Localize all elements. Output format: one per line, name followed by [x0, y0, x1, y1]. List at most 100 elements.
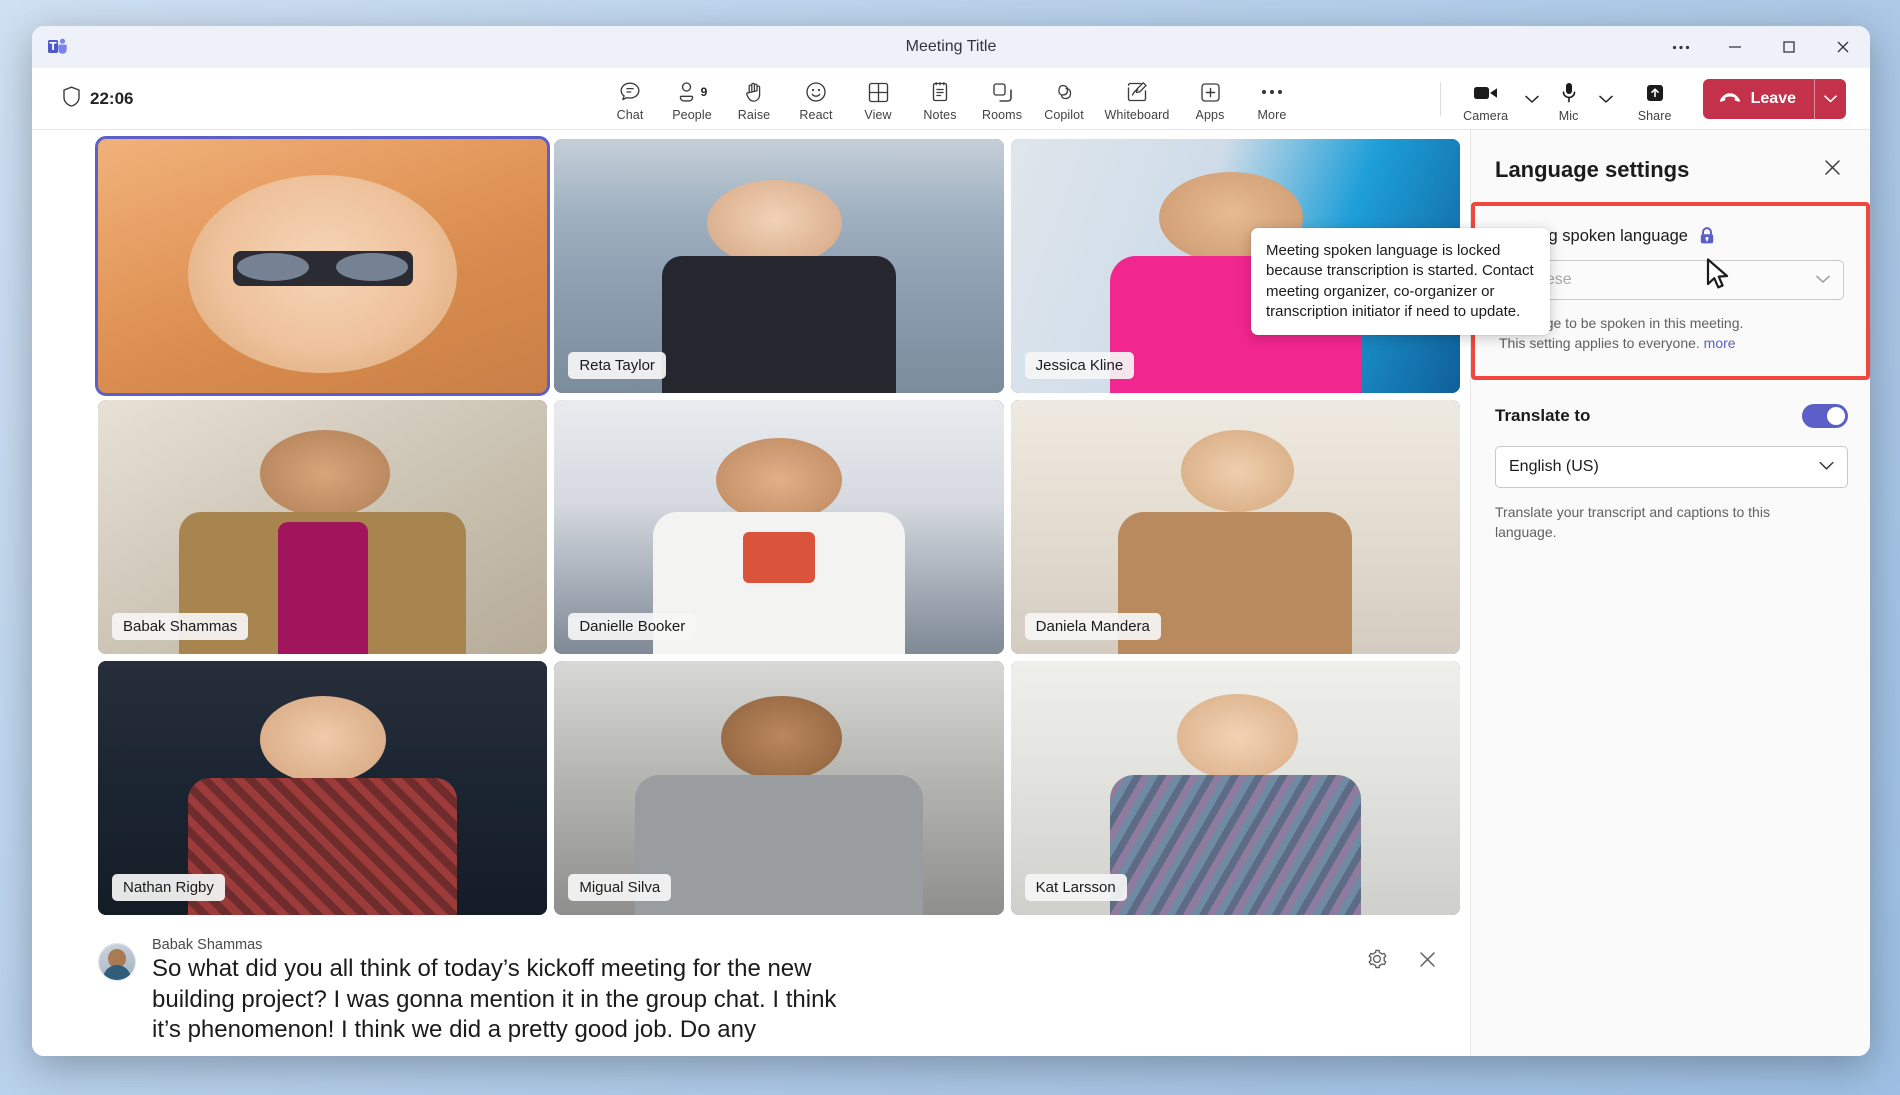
caption-speaker-avatar	[98, 943, 136, 981]
rooms-icon	[991, 79, 1014, 105]
translate-to-section: Translate to English (US) Translate your…	[1471, 380, 1870, 543]
timer-value: 22:06	[90, 89, 133, 109]
toolbar-raise-label: Raise	[738, 108, 770, 122]
leave-options-chevron-down-icon[interactable]	[1815, 79, 1846, 119]
shield-icon	[62, 86, 81, 112]
window-minimize-button[interactable]	[1708, 26, 1762, 68]
language-settings-header: Language settings	[1471, 130, 1870, 202]
translate-to-toggle[interactable]	[1802, 404, 1848, 428]
toolbar-divider	[1440, 82, 1441, 116]
toolbar-copilot-button[interactable]: Copilot	[1033, 75, 1095, 122]
leave-meeting-button[interactable]: Leave	[1703, 79, 1846, 119]
toolbar-share-button[interactable]: Share	[1623, 76, 1687, 123]
spoken-language-label-row: Meeting spoken language	[1499, 226, 1844, 246]
gear-icon	[1366, 948, 1388, 975]
participant-name: Daniela Mandera	[1025, 613, 1161, 640]
view-grid-icon	[867, 79, 890, 105]
participant-name: Nathan Rigby	[112, 874, 225, 901]
toolbar-mic-label: Mic	[1559, 109, 1579, 123]
toolbar-view-label: View	[864, 108, 891, 122]
toolbar-chat-button[interactable]: Chat	[599, 75, 661, 122]
window-close-button[interactable]	[1816, 26, 1870, 68]
toolbar-whiteboard-label: Whiteboard	[1105, 108, 1170, 122]
caption-close-button[interactable]	[1410, 945, 1444, 979]
camera-options-chevron-down-icon[interactable]	[1521, 79, 1543, 119]
participant-tile[interactable]	[98, 139, 547, 393]
window-controls	[1654, 26, 1870, 68]
toolbar-view-button[interactable]: View	[847, 75, 909, 122]
toolbar-raise-button[interactable]: Raise	[723, 75, 785, 122]
meeting-timer: 22:06	[62, 86, 133, 112]
participant-tile[interactable]: Nathan Rigby	[98, 661, 547, 915]
participant-tile[interactable]: Daniela Mandera	[1011, 400, 1460, 654]
teams-meeting-window: Meeting Title 22:06	[32, 26, 1870, 1056]
people-icon: 9	[677, 79, 708, 105]
participant-tile[interactable]: Babak Shammas	[98, 400, 547, 654]
toolbar-people-label: People	[672, 108, 712, 122]
toolbar-notes-label: Notes	[923, 108, 956, 122]
toolbar-camera-label: Camera	[1463, 109, 1508, 123]
translate-to-header-row: Translate to	[1495, 404, 1848, 428]
whiteboard-icon	[1125, 79, 1149, 105]
toolbar-copilot-label: Copilot	[1044, 108, 1084, 122]
hang-up-phone-icon	[1718, 90, 1742, 108]
participant-name: Babak Shammas	[112, 613, 248, 640]
leave-button-main[interactable]: Leave	[1703, 79, 1814, 119]
chevron-down-icon	[1816, 271, 1830, 289]
caption-speaker-name: Babak Shammas	[152, 937, 1344, 953]
meeting-toolbar: 22:06 Chat 9 People Raise	[32, 68, 1870, 130]
participant-tile[interactable]: Reta Taylor	[554, 139, 1003, 393]
copilot-icon	[1052, 79, 1076, 105]
people-count-badge: 9	[701, 85, 708, 99]
translate-language-select[interactable]: English (US)	[1495, 446, 1848, 488]
share-up-arrow-icon	[1643, 80, 1667, 106]
panel-title: Language settings	[1495, 157, 1689, 183]
react-smiley-icon	[804, 79, 828, 105]
window-more-button[interactable]	[1654, 26, 1708, 68]
chevron-down-icon	[1819, 458, 1834, 476]
close-icon	[1823, 158, 1842, 182]
notes-icon	[929, 79, 951, 105]
toolbar-actions: Chat 9 People Raise React	[599, 75, 1303, 122]
translate-to-label: Translate to	[1495, 406, 1590, 426]
microphone-icon	[1560, 80, 1578, 106]
toolbar-chat-label: Chat	[617, 108, 644, 122]
toolbar-whiteboard-button[interactable]: Whiteboard	[1095, 75, 1179, 122]
mic-options-chevron-down-icon[interactable]	[1595, 79, 1617, 119]
participant-name: Jessica Kline	[1025, 352, 1135, 379]
toolbar-people-button[interactable]: 9 People	[661, 75, 723, 122]
participant-name: Reta Taylor	[568, 352, 666, 379]
learn-more-link[interactable]: more	[1704, 335, 1736, 351]
toolbar-rooms-button[interactable]: Rooms	[971, 75, 1033, 122]
translate-helper-text: Translate your transcript and captions t…	[1495, 502, 1795, 543]
participant-tile[interactable]: Migual Silva	[554, 661, 1003, 915]
toolbar-camera-button[interactable]: Camera	[1451, 76, 1521, 123]
lock-icon[interactable]	[1698, 226, 1716, 246]
spoken-language-helper: Language to be spoken in this meeting. T…	[1499, 313, 1844, 354]
spoken-helper-line-2: This setting applies to everyone.	[1499, 335, 1700, 351]
participant-tile[interactable]: Kat Larsson	[1011, 661, 1460, 915]
caption-text-block: Babak Shammas So what did you all think …	[152, 937, 1344, 1046]
panel-close-button[interactable]	[1816, 154, 1848, 186]
translate-language-value: English (US)	[1509, 458, 1599, 476]
toolbar-apps-label: Apps	[1196, 108, 1225, 122]
toolbar-more-button[interactable]: More	[1241, 75, 1303, 122]
caption-transcript-text: So what did you all think of today’s kic…	[152, 954, 852, 1046]
leave-button-label: Leave	[1751, 90, 1796, 108]
raise-hand-icon	[743, 79, 765, 105]
meeting-body: Reta Taylor Jessica Kline Babak Shammas	[32, 130, 1870, 1056]
participant-name: Kat Larsson	[1025, 874, 1127, 901]
window-maximize-button[interactable]	[1762, 26, 1816, 68]
toolbar-mic-button[interactable]: Mic	[1543, 76, 1595, 123]
toolbar-react-button[interactable]: React	[785, 75, 847, 122]
participant-name: Migual Silva	[568, 874, 671, 901]
toolbar-apps-button[interactable]: Apps	[1179, 75, 1241, 122]
toolbar-notes-button[interactable]: Notes	[909, 75, 971, 122]
close-icon	[1418, 950, 1437, 974]
participant-name: Danielle Booker	[568, 613, 696, 640]
participant-tile[interactable]: Danielle Booker	[554, 400, 1003, 654]
window-title: Meeting Title	[32, 38, 1870, 56]
toolbar-more-label: More	[1258, 108, 1287, 122]
caption-settings-button[interactable]	[1360, 945, 1394, 979]
chat-icon	[618, 79, 642, 105]
